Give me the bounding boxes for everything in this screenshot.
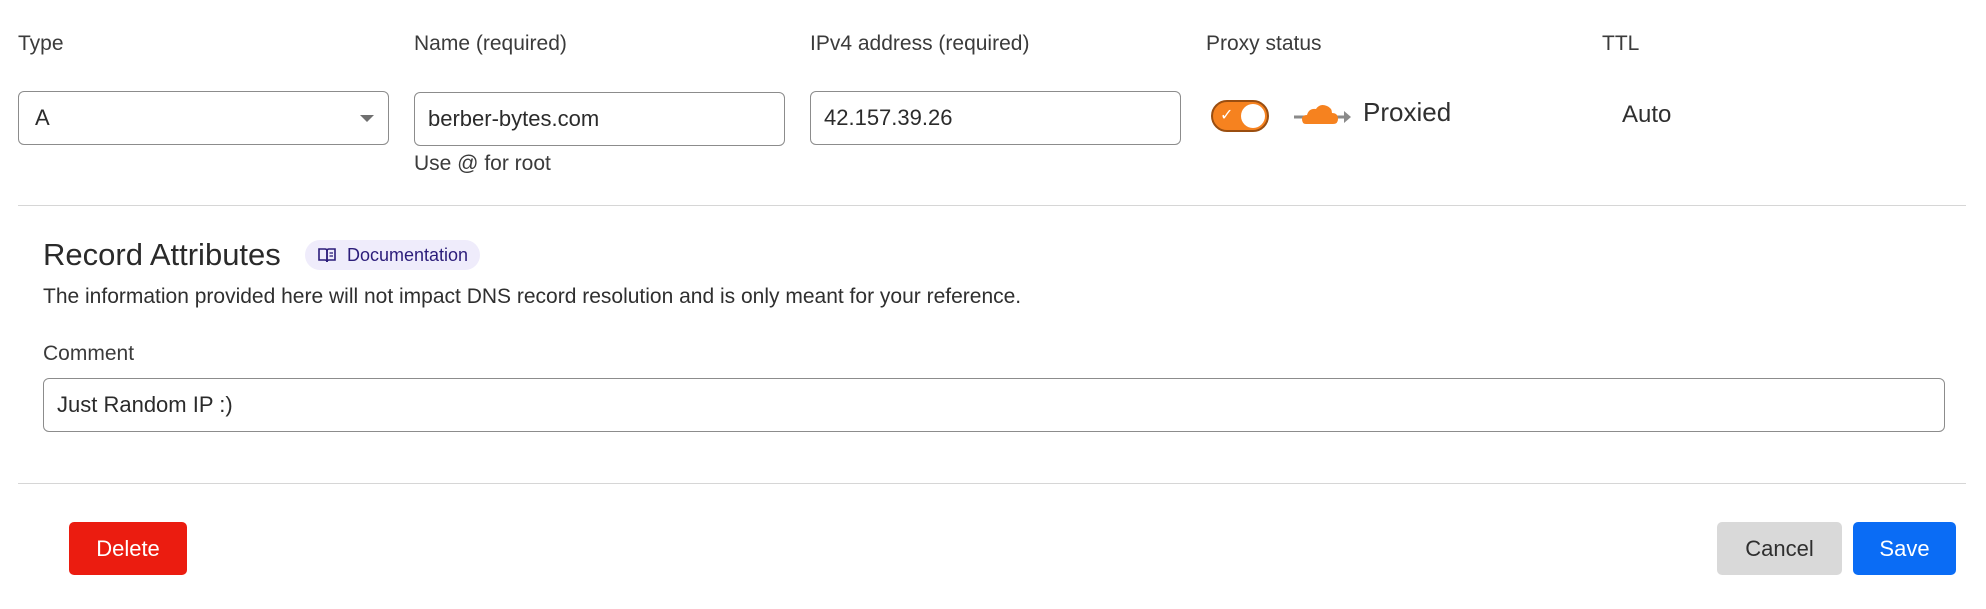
save-button[interactable]: Save: [1853, 522, 1956, 575]
cancel-button[interactable]: Cancel: [1717, 522, 1842, 575]
comment-label: Comment: [43, 342, 135, 365]
delete-button[interactable]: Delete: [69, 522, 187, 575]
documentation-label: Documentation: [347, 244, 469, 265]
proxy-status-label: Proxy status: [1206, 32, 1322, 55]
divider: [18, 205, 1966, 206]
ipv4-field[interactable]: [810, 91, 1181, 145]
toggle-knob: [1241, 104, 1265, 128]
ttl-value: Auto: [1622, 101, 1672, 128]
ipv4-input[interactable]: [824, 105, 1180, 131]
name-input[interactable]: [428, 106, 784, 132]
record-attributes-title: Record Attributes: [43, 237, 281, 272]
attributes-description: The information provided here will not i…: [43, 285, 1022, 308]
proxy-toggle[interactable]: ✓: [1211, 100, 1269, 132]
name-label: Name (required): [414, 32, 567, 55]
documentation-link[interactable]: Documentation: [305, 240, 481, 270]
comment-input[interactable]: [57, 392, 1944, 418]
name-field[interactable]: [414, 92, 785, 146]
ttl-label: TTL: [1602, 32, 1640, 55]
type-select-value: A: [35, 105, 50, 130]
chevron-down-icon: [360, 115, 374, 122]
name-hint: Use @ for root: [414, 152, 551, 175]
check-icon: ✓: [1220, 107, 1234, 124]
type-label: Type: [18, 32, 64, 55]
ipv4-label: IPv4 address (required): [810, 32, 1030, 55]
comment-field[interactable]: [43, 378, 1945, 432]
type-select[interactable]: A: [18, 91, 389, 145]
proxy-status-text: Proxied: [1363, 97, 1452, 127]
book-icon: [318, 248, 336, 263]
divider: [18, 483, 1966, 484]
cloud-icon: [1294, 105, 1351, 124]
